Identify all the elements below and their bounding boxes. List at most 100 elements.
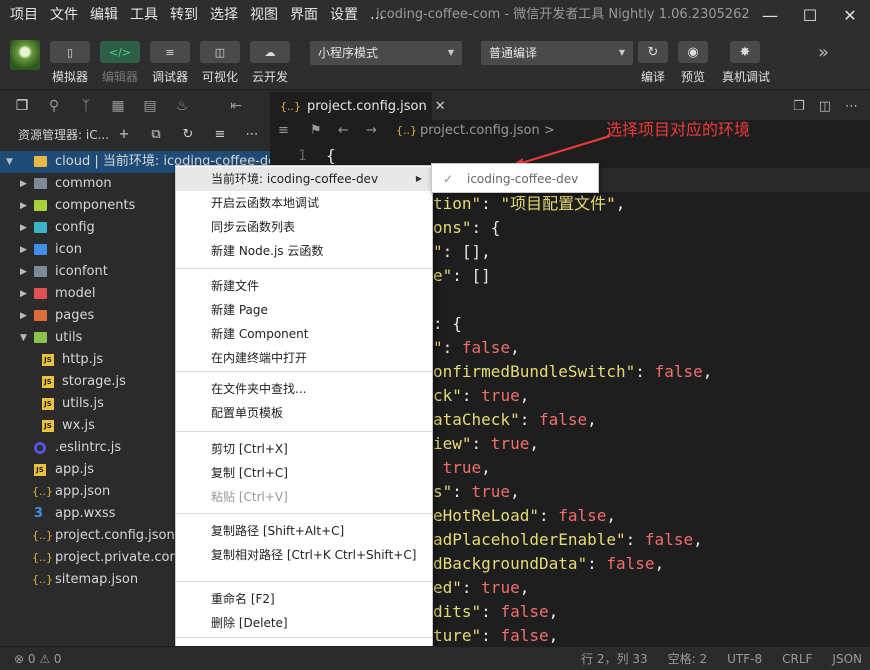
code-token: : bbox=[481, 194, 501, 213]
preview-button[interactable]: ◉ bbox=[678, 41, 708, 63]
menu-item[interactable]: 项目 bbox=[4, 0, 44, 30]
code-token: false bbox=[500, 626, 549, 645]
menu-item[interactable]: 工具 bbox=[124, 0, 164, 30]
context-menu-item[interactable]: 新建 Page bbox=[176, 298, 432, 322]
json-file-icon: {..} bbox=[32, 551, 53, 564]
close-icon[interactable]: ✕ bbox=[435, 99, 446, 114]
window-controls: — ☐ ✕ bbox=[750, 0, 870, 30]
collapse-panel-icon[interactable]: ⇤ bbox=[220, 98, 252, 114]
menu-item[interactable]: 转到 bbox=[164, 0, 204, 30]
context-menu-item[interactable]: 复制 [Ctrl+C] bbox=[176, 461, 432, 485]
context-menu-item[interactable]: 粘贴 [Ctrl+V] bbox=[176, 485, 432, 509]
code-line: dBackgroundData": false, bbox=[433, 552, 664, 576]
chevron-down-icon: ▼ bbox=[447, 48, 454, 57]
status-bar: ⊗ 0 ⚠ 0 行 2，列 33 空格: 2 UTF-8 CRLF JSON bbox=[0, 646, 870, 670]
tree-item-label: app.json bbox=[55, 484, 111, 499]
indentation[interactable]: 空格: 2 bbox=[668, 647, 708, 670]
files-icon[interactable]: ❐ bbox=[6, 98, 38, 114]
context-menu-item[interactable]: 复制路径 [Shift+Alt+C] bbox=[176, 519, 432, 543]
code-token: , bbox=[548, 602, 559, 621]
more-icon[interactable]: ⋯ bbox=[845, 99, 858, 114]
tab-actions: ❐ ◫ ⋯ bbox=[793, 92, 858, 120]
refresh-icon[interactable]: ↻ bbox=[172, 127, 204, 142]
collapse-all-icon[interactable]: ≡ bbox=[204, 127, 236, 142]
tree-item-label: wx.js bbox=[62, 418, 95, 433]
context-menu-item[interactable]: 删除 [Delete] bbox=[176, 611, 432, 635]
code-token: tion" bbox=[433, 194, 482, 213]
more-chevron-icon[interactable]: » bbox=[818, 42, 829, 63]
editor-button[interactable]: </> bbox=[100, 41, 140, 63]
code-token: eHotReLoad" bbox=[433, 506, 539, 525]
editor-label: 编辑器 bbox=[102, 70, 139, 84]
context-menu-item[interactable]: 同步云函数列表 bbox=[176, 215, 432, 239]
menu-item[interactable]: 界面 bbox=[284, 0, 324, 30]
compile-button[interactable]: ↻ bbox=[638, 41, 668, 63]
minimize-button[interactable]: — bbox=[750, 0, 790, 30]
code-token: , bbox=[615, 194, 626, 213]
visual-button[interactable]: ◫ bbox=[200, 41, 240, 63]
new-folder-icon[interactable]: ⧉ bbox=[140, 127, 172, 142]
context-menu-item[interactable]: 新建文件 bbox=[176, 274, 432, 298]
tree-item-label: project.private.config bbox=[55, 550, 195, 565]
language-mode[interactable]: JSON bbox=[832, 647, 862, 670]
code-token: , bbox=[510, 482, 520, 501]
context-menu-item[interactable]: 新建 Node.js 云函数 bbox=[176, 239, 432, 263]
maximize-button[interactable]: ☐ bbox=[790, 0, 830, 30]
code-token: , bbox=[587, 410, 597, 429]
new-file-icon[interactable]: + bbox=[108, 127, 140, 142]
context-menu: 当前环境: icoding-coffee-dev ▶ 开启云函数本地调试 同步云函数列… bbox=[175, 165, 433, 670]
context-menu-item[interactable]: 在内建终端中打开 bbox=[176, 346, 432, 370]
js-file-icon: JS bbox=[34, 464, 46, 476]
context-menu-item[interactable]: 重命名 [F2] bbox=[176, 587, 432, 611]
line-ending[interactable]: CRLF bbox=[782, 647, 812, 670]
submenu-item-env[interactable]: ✓ icoding-coffee-dev bbox=[432, 166, 598, 192]
extensions-icon[interactable]: ▦ bbox=[102, 98, 134, 114]
list-icon[interactable]: ≡ bbox=[278, 123, 289, 138]
bookmark-icon[interactable]: ⚑ bbox=[310, 123, 322, 138]
more-icon[interactable]: ⋯ bbox=[236, 127, 268, 142]
activity-bar: ❐ ⚲ ᛉ ▦ ▤ ♨ ⇤ bbox=[0, 92, 270, 120]
context-menu-item[interactable]: 当前环境: icoding-coffee-dev ▶ bbox=[176, 167, 432, 191]
code-line: true, bbox=[433, 456, 491, 480]
mode-select[interactable]: 小程序模式 ▼ bbox=[310, 41, 462, 65]
cloud-dev-button[interactable]: ☁ bbox=[250, 41, 290, 63]
context-menu-item[interactable]: 配置单页模板 bbox=[176, 401, 432, 425]
split-editor-icon[interactable]: ◫ bbox=[819, 99, 831, 114]
context-menu-item[interactable]: 剪切 [Ctrl+X] bbox=[176, 437, 432, 461]
forward-arrow-icon[interactable]: → bbox=[366, 123, 377, 138]
problems-count[interactable]: ⊗ 0 ⚠ 0 bbox=[14, 647, 62, 670]
close-window-button[interactable]: ✕ bbox=[830, 0, 870, 30]
chevron-right-icon: ▶ bbox=[20, 311, 27, 321]
tree-item-label: common bbox=[55, 176, 112, 191]
context-menu-item[interactable]: 开启云函数本地调试 bbox=[176, 191, 432, 215]
back-arrow-icon[interactable]: ← bbox=[338, 123, 349, 138]
tab-project-config[interactable]: {..} project.config.json ✕ bbox=[270, 92, 446, 120]
source-control-icon[interactable]: ᛉ bbox=[70, 98, 102, 114]
context-menu-item[interactable]: 复制相对路径 [Ctrl+K Ctrl+Shift+C] bbox=[176, 543, 432, 567]
code-token: , bbox=[519, 578, 530, 597]
device-debug-button[interactable]: ✸ bbox=[730, 41, 760, 63]
menu-item[interactable]: 选择 bbox=[204, 0, 244, 30]
docker-icon[interactable]: ♨ bbox=[166, 98, 198, 114]
layout-icon: ◫ bbox=[214, 45, 226, 59]
context-menu-item[interactable]: 新建 Component bbox=[176, 322, 432, 346]
cursor-position[interactable]: 行 2，列 33 bbox=[581, 647, 648, 670]
compile-select[interactable]: 普通编译 ▼ bbox=[481, 41, 633, 65]
tree-item-label: utils bbox=[55, 330, 83, 345]
menu-item[interactable]: 设置 bbox=[324, 0, 364, 30]
context-menu-item[interactable]: 在文件夹中查找... bbox=[176, 377, 432, 401]
simulator-button[interactable]: ▯ bbox=[50, 41, 90, 63]
menu-item[interactable]: 文件 bbox=[44, 0, 84, 30]
open-preview-icon[interactable]: ❐ bbox=[793, 99, 805, 114]
avatar[interactable] bbox=[10, 40, 40, 70]
menu-item[interactable]: 编辑 bbox=[84, 0, 124, 30]
tree-item-label: iconfont bbox=[55, 264, 108, 279]
tree-item-label: http.js bbox=[62, 352, 104, 367]
code-line: ck": true, bbox=[433, 384, 529, 408]
search-icon[interactable]: ⚲ bbox=[38, 98, 70, 114]
encoding[interactable]: UTF-8 bbox=[727, 647, 762, 670]
storage-icon[interactable]: ▤ bbox=[134, 98, 166, 114]
debugger-button[interactable]: ≡ bbox=[150, 41, 190, 63]
context-menu-item-label: 复制相对路径 [Ctrl+K Ctrl+Shift+C] bbox=[211, 548, 417, 562]
menu-item[interactable]: 视图 bbox=[244, 0, 284, 30]
